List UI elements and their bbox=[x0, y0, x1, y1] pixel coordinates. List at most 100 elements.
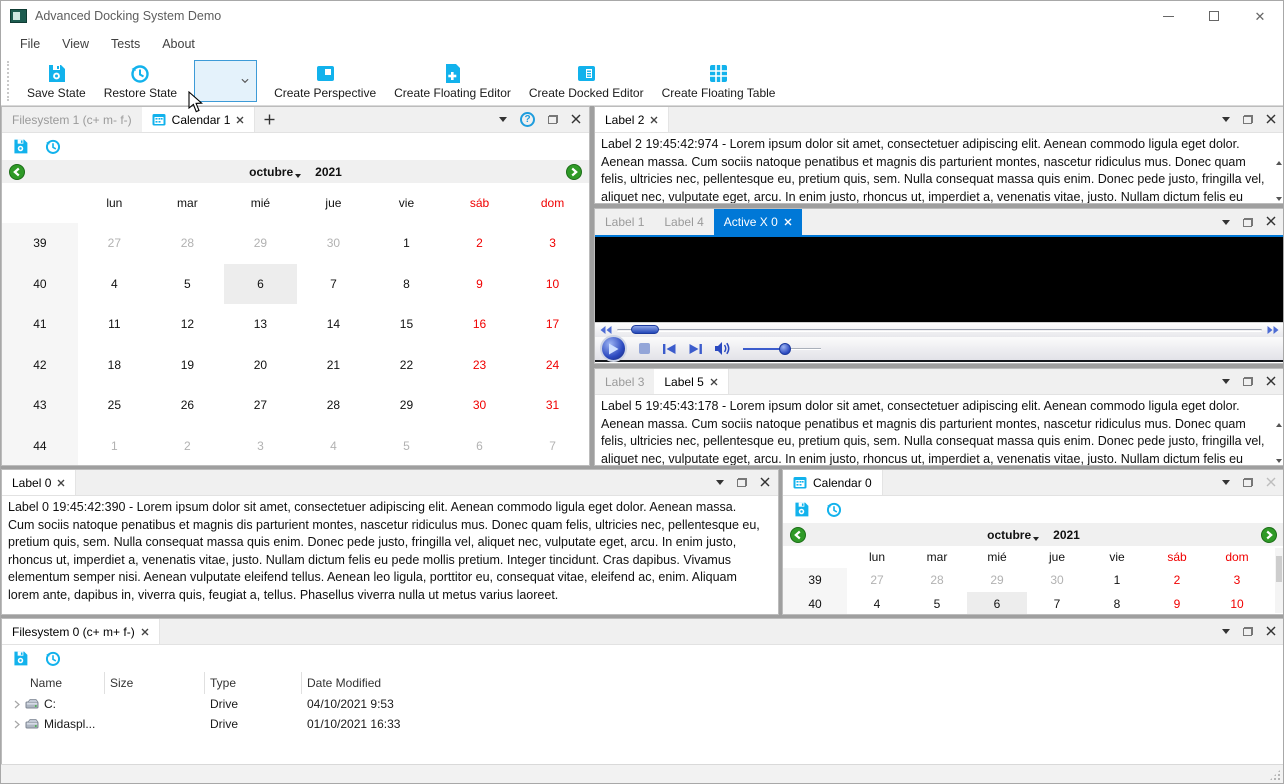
scrollbar[interactable] bbox=[1274, 423, 1283, 463]
column-header-date-modified[interactable]: Date Modified bbox=[302, 672, 1283, 694]
history-icon[interactable] bbox=[825, 501, 843, 518]
save-icon[interactable] bbox=[12, 650, 29, 667]
tab-label-1[interactable]: Label 1 bbox=[595, 209, 654, 235]
calendar-day[interactable]: 8 bbox=[370, 264, 443, 305]
tab-label-0[interactable]: Label 0 bbox=[2, 470, 77, 495]
calendar-day[interactable]: 21 bbox=[297, 345, 370, 386]
calendar-day[interactable]: 29 bbox=[967, 568, 1027, 592]
panel-close-icon[interactable] bbox=[760, 474, 770, 492]
tab-activex-0[interactable]: Active X 0 bbox=[713, 209, 802, 235]
float-panel-icon[interactable] bbox=[1243, 478, 1253, 487]
menu-view[interactable]: View bbox=[51, 33, 100, 55]
forward-icon[interactable] bbox=[1267, 326, 1279, 334]
calendar-day[interactable]: 2 bbox=[151, 426, 224, 466]
float-panel-icon[interactable] bbox=[737, 478, 747, 487]
calendar-day[interactable]: 28 bbox=[907, 568, 967, 592]
tab-close-icon[interactable] bbox=[236, 113, 244, 127]
seek-thumb[interactable] bbox=[631, 324, 659, 334]
calendar-month-year[interactable]: octubre 2021 bbox=[25, 165, 566, 179]
float-panel-icon[interactable] bbox=[1243, 217, 1253, 227]
panel-menu-icon[interactable] bbox=[499, 117, 507, 122]
panel-close-icon[interactable] bbox=[1266, 474, 1276, 492]
expand-chevron-icon[interactable] bbox=[14, 700, 20, 709]
next-button[interactable] bbox=[688, 343, 703, 355]
calendar-day[interactable]: 6 bbox=[223, 263, 297, 304]
next-month-button[interactable] bbox=[566, 163, 582, 180]
tab-calendar-0[interactable]: Calendar 0 bbox=[783, 470, 883, 495]
calendar-day[interactable]: 2 bbox=[443, 223, 516, 264]
calendar-day[interactable]: 27 bbox=[78, 223, 151, 264]
help-icon[interactable]: ? bbox=[520, 112, 535, 127]
perspective-combo[interactable] bbox=[194, 60, 258, 102]
calendar-day[interactable]: 1 bbox=[78, 426, 151, 466]
table-row[interactable]: Midaspl... Drive 01/10/2021 16:33 bbox=[2, 714, 1283, 734]
panel-close-icon[interactable] bbox=[1266, 111, 1276, 129]
calendar-day[interactable]: 29 bbox=[224, 223, 297, 264]
tab-close-icon[interactable] bbox=[650, 113, 658, 127]
calendar-day[interactable]: 5 bbox=[370, 426, 443, 466]
scrollbar[interactable] bbox=[1274, 161, 1283, 201]
create-floating-table-button[interactable]: Create Floating Table bbox=[653, 61, 785, 102]
tab-label-3[interactable]: Label 3 bbox=[595, 369, 654, 394]
save-icon[interactable] bbox=[793, 501, 810, 518]
calendar-day[interactable]: 5 bbox=[151, 264, 224, 305]
calendar-day[interactable]: 3 bbox=[516, 223, 589, 264]
calendar-day[interactable]: 8 bbox=[1087, 592, 1147, 614]
expand-chevron-icon[interactable] bbox=[14, 720, 20, 729]
calendar-day[interactable]: 29 bbox=[370, 385, 443, 426]
calendar-day[interactable]: 18 bbox=[78, 345, 151, 386]
volume-slider[interactable] bbox=[743, 342, 821, 355]
calendar-day[interactable]: 5 bbox=[907, 592, 967, 614]
resize-grip-icon[interactable] bbox=[1269, 769, 1281, 781]
calendar-day[interactable]: 7 bbox=[1027, 592, 1087, 614]
calendar-day[interactable]: 23 bbox=[443, 345, 516, 386]
calendar-day[interactable]: 16 bbox=[443, 304, 516, 345]
volume-icon[interactable] bbox=[714, 341, 732, 356]
panel-menu-icon[interactable] bbox=[1222, 379, 1230, 384]
create-floating-editor-button[interactable]: Create Floating Editor bbox=[385, 61, 520, 102]
tab-close-icon[interactable] bbox=[57, 476, 65, 490]
prev-month-button[interactable] bbox=[790, 526, 806, 543]
calendar-day[interactable]: 10 bbox=[516, 264, 589, 305]
calendar-day[interactable]: 13 bbox=[224, 304, 297, 345]
calendar-day[interactable]: 27 bbox=[847, 568, 907, 592]
calendar-day[interactable]: 30 bbox=[297, 223, 370, 264]
calendar-day[interactable]: 14 bbox=[297, 304, 370, 345]
panel-menu-icon[interactable] bbox=[1222, 480, 1230, 485]
calendar-month-year[interactable]: octubre 2021 bbox=[806, 528, 1261, 542]
volume-thumb[interactable] bbox=[779, 342, 791, 355]
menu-about[interactable]: About bbox=[151, 33, 206, 55]
next-month-button[interactable] bbox=[1261, 526, 1277, 543]
column-header-size[interactable]: Size bbox=[105, 672, 205, 694]
calendar-day[interactable]: 27 bbox=[224, 385, 297, 426]
tab-label-4[interactable]: Label 4 bbox=[654, 209, 713, 235]
float-panel-icon[interactable] bbox=[1243, 627, 1253, 636]
calendar-day[interactable]: 4 bbox=[847, 592, 907, 614]
calendar-day[interactable]: 2 bbox=[1147, 568, 1207, 592]
calendar-day[interactable]: 7 bbox=[516, 426, 589, 466]
panel-close-icon[interactable] bbox=[1266, 213, 1276, 231]
panel-menu-icon[interactable] bbox=[716, 480, 724, 485]
maximize-button[interactable] bbox=[1191, 1, 1237, 31]
save-icon[interactable] bbox=[12, 138, 29, 155]
calendar-day[interactable]: 20 bbox=[224, 345, 297, 386]
history-icon[interactable] bbox=[44, 138, 62, 155]
minimize-button[interactable] bbox=[1145, 1, 1191, 31]
tab-close-icon[interactable] bbox=[784, 215, 792, 229]
tab-close-icon[interactable] bbox=[141, 625, 149, 639]
calendar-day[interactable]: 31 bbox=[516, 385, 589, 426]
calendar-day[interactable]: 28 bbox=[151, 223, 224, 264]
save-state-button[interactable]: Save State bbox=[18, 61, 95, 102]
seek-slider[interactable] bbox=[617, 324, 1262, 334]
tab-label-5[interactable]: Label 5 bbox=[654, 369, 729, 394]
play-button[interactable] bbox=[600, 335, 627, 362]
calendar-day[interactable]: 4 bbox=[78, 264, 151, 305]
create-docked-editor-button[interactable]: Create Docked Editor bbox=[520, 61, 653, 102]
rewind-icon[interactable] bbox=[600, 326, 612, 334]
panel-menu-icon[interactable] bbox=[1222, 629, 1230, 634]
calendar-day[interactable]: 28 bbox=[297, 385, 370, 426]
calendar-day[interactable]: 30 bbox=[443, 385, 516, 426]
tab-filesystem-0[interactable]: Filesystem 0 (c+ m+ f-) bbox=[2, 619, 160, 644]
calendar-day[interactable]: 9 bbox=[1147, 592, 1207, 614]
calendar-day[interactable]: 3 bbox=[1207, 568, 1267, 592]
